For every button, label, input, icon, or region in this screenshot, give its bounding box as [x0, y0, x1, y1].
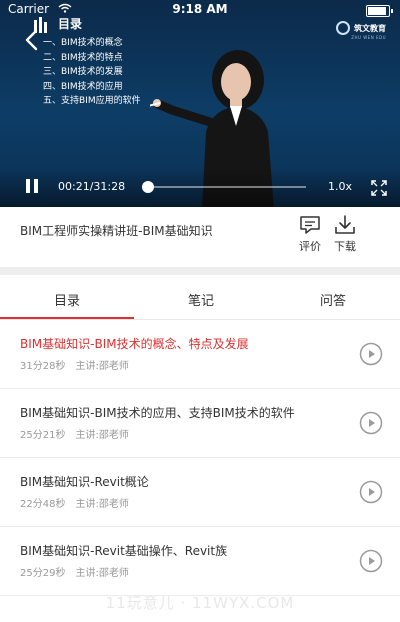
list-item[interactable]: BIM基础知识-BIM技术的应用、支持BIM技术的软件 25分21秒 主讲:邵老师 [0, 389, 400, 458]
outline-item: 二、BIM技术的特点 [43, 52, 123, 63]
lesson-duration: 22分48秒 [20, 499, 66, 510]
progress-thumb[interactable] [141, 181, 154, 193]
outline-item: 一、BIM技术的概念 [43, 38, 123, 48]
fullscreen-icon[interactable] [371, 180, 387, 196]
lesson-title: BIM基础知识-Revit基础操作、Revit族 [20, 544, 228, 558]
back-arrow-icon[interactable] [22, 28, 42, 52]
play-circle-icon[interactable] [359, 480, 383, 504]
tab-qa[interactable]: 问答 [266, 290, 400, 309]
course-header: BIM工程师实操精讲班-BIM基础知识 评价 下载 [0, 207, 400, 267]
progress-bar[interactable] [141, 181, 306, 193]
lesson-title: BIM基础知识-BIM技术的概念、特点及发展 [20, 337, 249, 351]
outline-item: 五、支持BIM应用的软件 [43, 96, 141, 106]
rate-button[interactable]: 评价 [290, 215, 330, 254]
brand-name: 筑文教育 [354, 23, 386, 33]
lesson-title: BIM基础知识-BIM技术的应用、支持BIM技术的软件 [20, 406, 295, 420]
comment-icon [300, 216, 320, 234]
tab-bar: 目录 笔记 问答 [0, 284, 400, 319]
status-time: 9:18 AM [172, 2, 228, 16]
tab-notes[interactable]: 笔记 [134, 290, 268, 309]
lesson-meta: 31分28秒 主讲:邵老师 [20, 357, 129, 372]
lesson-duration: 25分21秒 [20, 430, 66, 441]
video-player[interactable]: Carrier 9:18 AM 目录 一、BIM技术的概念 二、BIM技术的特点… [0, 0, 400, 207]
download-button[interactable]: 下载 [325, 215, 365, 254]
pause-button[interactable] [26, 179, 40, 195]
slide-title: 目录 [58, 17, 83, 31]
lesson-meta: 25分21秒 主讲:邵老师 [20, 426, 129, 441]
lesson-teacher: 主讲:邵老师 [75, 430, 129, 441]
lesson-teacher: 主讲:邵老师 [75, 568, 129, 579]
course-title: BIM工程师实操精讲班-BIM基础知识 [20, 224, 213, 238]
video-controls: 00:21/31:28 1.0x [0, 168, 400, 207]
download-icon [335, 215, 355, 234]
lesson-teacher: 主讲:邵老师 [75, 361, 129, 372]
slide-outline: 一、BIM技术的概念 二、BIM技术的特点 三、BIM技术的发展 四、BIM技术… [43, 36, 141, 109]
lesson-meta: 25分29秒 主讲:邵老师 [20, 564, 129, 579]
brand-logo: 筑文教育 ZHU WEN EDU [336, 21, 386, 40]
play-circle-icon[interactable] [359, 549, 383, 573]
lesson-meta: 22分48秒 主讲:邵老师 [20, 495, 129, 510]
tab-catalog[interactable]: 目录 [0, 290, 134, 309]
download-label: 下载 [334, 240, 356, 253]
outline-item: 四、BIM技术的应用 [43, 81, 123, 92]
list-item[interactable]: BIM基础知识-Revit基础操作、Revit族 25分29秒 主讲:邵老师 [0, 527, 400, 596]
current-time: 00:21 [58, 180, 90, 193]
rate-label: 评价 [299, 240, 321, 253]
speed-button[interactable]: 1.0x [328, 180, 352, 193]
outline-item: 三、BIM技术的发展 [43, 67, 123, 77]
play-circle-icon[interactable] [359, 411, 383, 435]
lesson-duration: 25分29秒 [20, 568, 66, 579]
divider [0, 267, 400, 275]
watermark: 11玩意儿 · 11WYX.COM [105, 594, 295, 612]
lesson-list: BIM基础知识-BIM技术的概念、特点及发展 31分28秒 主讲:邵老师 BIM基… [0, 320, 400, 596]
brand-subtitle: ZHU WEN EDU [351, 35, 386, 40]
lesson-teacher: 主讲:邵老师 [75, 499, 129, 510]
playback-time: 00:21/31:28 [58, 180, 126, 193]
play-circle-icon[interactable] [359, 342, 383, 366]
list-item[interactable]: BIM基础知识-Revit概论 22分48秒 主讲:邵老师 [0, 458, 400, 527]
duration: 31:28 [93, 180, 126, 193]
lesson-title: BIM基础知识-Revit概论 [20, 475, 149, 489]
list-item[interactable]: BIM基础知识-BIM技术的概念、特点及发展 31分28秒 主讲:邵老师 [0, 320, 400, 389]
brand-mark-icon [336, 21, 350, 35]
battery-icon [366, 5, 393, 17]
lesson-duration: 31分28秒 [20, 361, 66, 372]
